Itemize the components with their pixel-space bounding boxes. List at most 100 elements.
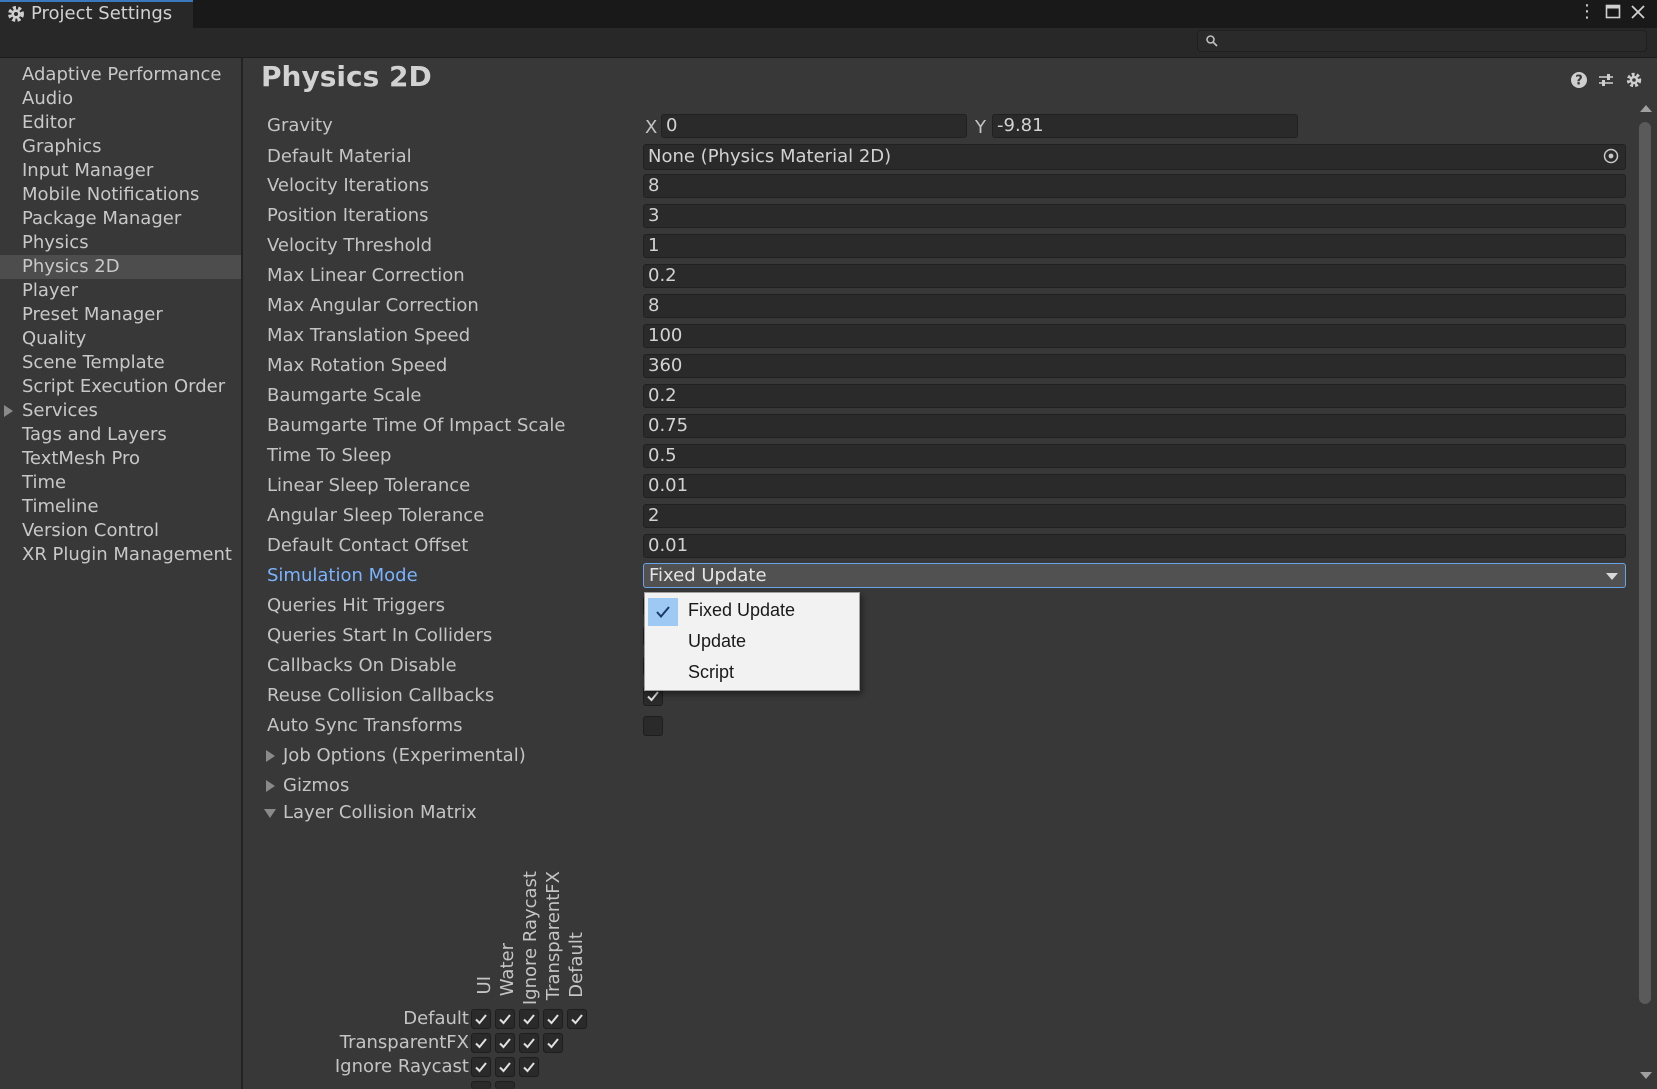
sidebar-item-services[interactable]: Services <box>0 399 241 423</box>
expand-arrow-icon[interactable] <box>4 405 13 417</box>
settings-gear-icon[interactable] <box>1625 71 1643 89</box>
title-bar: Project Settings ⋮ <box>0 0 1657 28</box>
linear-sleep-tolerance-label: Linear Sleep Tolerance <box>267 475 471 496</box>
matrix-checkbox[interactable] <box>543 1009 563 1029</box>
baumgarte-toi-scale-field[interactable]: 0.75 <box>643 414 1626 438</box>
sidebar-item-adaptive-performance[interactable]: Adaptive Performance <box>0 63 241 87</box>
window-tab[interactable]: Project Settings <box>0 0 193 28</box>
simulation-mode-dropdown[interactable]: Fixed Update <box>643 563 1626 588</box>
checkmark-icon <box>523 1014 535 1025</box>
matrix-checkbox[interactable] <box>543 1033 563 1053</box>
sidebar-item-preset-manager[interactable]: Preset Manager <box>0 303 241 327</box>
presets-icon[interactable] <box>1597 71 1615 89</box>
scroll-thumb[interactable] <box>1639 122 1651 1004</box>
simulation-mode-label: Simulation Mode <box>267 565 418 586</box>
checkmark-icon <box>475 1038 487 1049</box>
matrix-column-transparentfx: TransparentFX <box>543 871 564 1001</box>
reuse-collision-callbacks-label: Reuse Collision Callbacks <box>267 685 495 706</box>
search-icon <box>1206 35 1218 47</box>
sidebar-item-mobile-notifications[interactable]: Mobile Notifications <box>0 183 241 207</box>
sidebar-item-time[interactable]: Time <box>0 471 241 495</box>
matrix-checkbox[interactable] <box>471 1081 491 1089</box>
menu-item-update[interactable]: Update <box>645 626 859 657</box>
scroll-up-icon[interactable] <box>1640 105 1652 112</box>
matrix-column-ui: UI <box>474 976 495 995</box>
gravity-y-field[interactable]: -9.81 <box>992 114 1298 138</box>
matrix-column-water: Water <box>497 943 518 997</box>
more-icon[interactable]: ⋮ <box>1577 1 1597 23</box>
max-angular-correction-field[interactable]: 8 <box>643 294 1626 318</box>
sidebar-item-scene-template[interactable]: Scene Template <box>0 351 241 375</box>
default-material-field[interactable]: None (Physics Material 2D) <box>643 144 1626 170</box>
search-input[interactable] <box>1197 30 1647 52</box>
matrix-checkbox[interactable] <box>519 1033 539 1053</box>
time-to-sleep-field[interactable]: 0.5 <box>643 444 1626 468</box>
expand-arrow-icon <box>266 750 275 762</box>
matrix-checkbox[interactable] <box>471 1057 491 1077</box>
sidebar-item-package-manager[interactable]: Package Manager <box>0 207 241 231</box>
max-translation-speed-label: Max Translation Speed <box>267 325 471 346</box>
matrix-checkbox[interactable] <box>567 1009 587 1029</box>
sidebar-item-script-execution-order[interactable]: Script Execution Order <box>0 375 241 399</box>
matrix-checkbox[interactable] <box>471 1033 491 1053</box>
scroll-down-icon[interactable] <box>1640 1072 1652 1079</box>
sidebar-item-version-control[interactable]: Version Control <box>0 519 241 543</box>
max-rotation-speed-field[interactable]: 360 <box>643 354 1626 378</box>
vertical-scrollbar[interactable] <box>1635 100 1653 1085</box>
menu-item-fixed-update[interactable]: Fixed Update <box>645 595 859 626</box>
checkmark-icon <box>656 606 670 619</box>
max-linear-correction-field[interactable]: 0.2 <box>643 264 1626 288</box>
sidebar-item-quality[interactable]: Quality <box>0 327 241 351</box>
collapse-arrow-icon <box>264 809 276 818</box>
linear-sleep-tolerance-field[interactable]: 0.01 <box>643 474 1626 498</box>
velocity-threshold-label: Velocity Threshold <box>267 235 433 256</box>
object-picker-icon[interactable] <box>1603 148 1619 164</box>
sidebar-item-tags-and-layers[interactable]: Tags and Layers <box>0 423 241 447</box>
sidebar-item-physics[interactable]: Physics <box>0 231 241 255</box>
gravity-x-field[interactable]: 0 <box>661 114 967 138</box>
baumgarte-scale-field[interactable]: 0.2 <box>643 384 1626 408</box>
velocity-iterations-field[interactable]: 8 <box>643 174 1626 198</box>
menu-item-script[interactable]: Script <box>645 657 859 688</box>
max-linear-correction-label: Max Linear Correction <box>267 265 465 286</box>
auto-sync-transforms-label: Auto Sync Transforms <box>267 715 463 736</box>
max-translation-speed-field[interactable]: 100 <box>643 324 1626 348</box>
sidebar-item-player[interactable]: Player <box>0 279 241 303</box>
checkmark-icon <box>547 1014 559 1025</box>
sidebar-item-editor[interactable]: Editor <box>0 111 241 135</box>
angular-sleep-tolerance-field[interactable]: 2 <box>643 504 1626 528</box>
chevron-down-icon <box>1606 573 1618 580</box>
sidebar-item-textmesh-pro[interactable]: TextMesh Pro <box>0 447 241 471</box>
matrix-checkbox[interactable] <box>495 1033 515 1053</box>
matrix-checkbox[interactable] <box>495 1057 515 1077</box>
matrix-checkbox[interactable] <box>495 1081 515 1089</box>
position-iterations-field[interactable]: 3 <box>643 204 1626 228</box>
matrix-checkbox[interactable] <box>519 1057 539 1077</box>
gravity-y-label[interactable]: Y <box>975 116 986 140</box>
maximize-icon[interactable] <box>1603 1 1623 23</box>
auto-sync-transforms-checkbox[interactable] <box>643 716 663 736</box>
gravity-x-label[interactable]: X <box>645 116 657 140</box>
sidebar-item-audio[interactable]: Audio <box>0 87 241 111</box>
matrix-row-default: Default <box>403 1008 469 1029</box>
sidebar-item-xr-plugin-management[interactable]: XR Plugin Management <box>0 543 241 567</box>
matrix-checkbox[interactable] <box>471 1009 491 1029</box>
help-icon[interactable]: ? <box>1570 71 1588 89</box>
checkmark-icon <box>475 1014 487 1025</box>
velocity-threshold-field[interactable]: 1 <box>643 234 1626 258</box>
default-contact-offset-field[interactable]: 0.01 <box>643 534 1626 558</box>
sidebar-item-input-manager[interactable]: Input Manager <box>0 159 241 183</box>
matrix-row-transparentfx: TransparentFX <box>339 1032 469 1053</box>
sidebar-item-timeline[interactable]: Timeline <box>0 495 241 519</box>
close-icon[interactable] <box>1628 1 1648 23</box>
max-rotation-speed-label: Max Rotation Speed <box>267 355 448 376</box>
selected-indicator <box>648 598 678 626</box>
max-angular-correction-label: Max Angular Correction <box>267 295 479 316</box>
matrix-checkbox[interactable] <box>495 1009 515 1029</box>
position-iterations-label: Position Iterations <box>267 205 429 226</box>
sidebar-item-graphics[interactable]: Graphics <box>0 135 241 159</box>
checkmark-icon <box>499 1014 511 1025</box>
sidebar-item-physics-2d[interactable]: Physics 2D <box>0 255 241 279</box>
matrix-checkbox[interactable] <box>519 1009 539 1029</box>
checkmark-icon <box>499 1062 511 1073</box>
